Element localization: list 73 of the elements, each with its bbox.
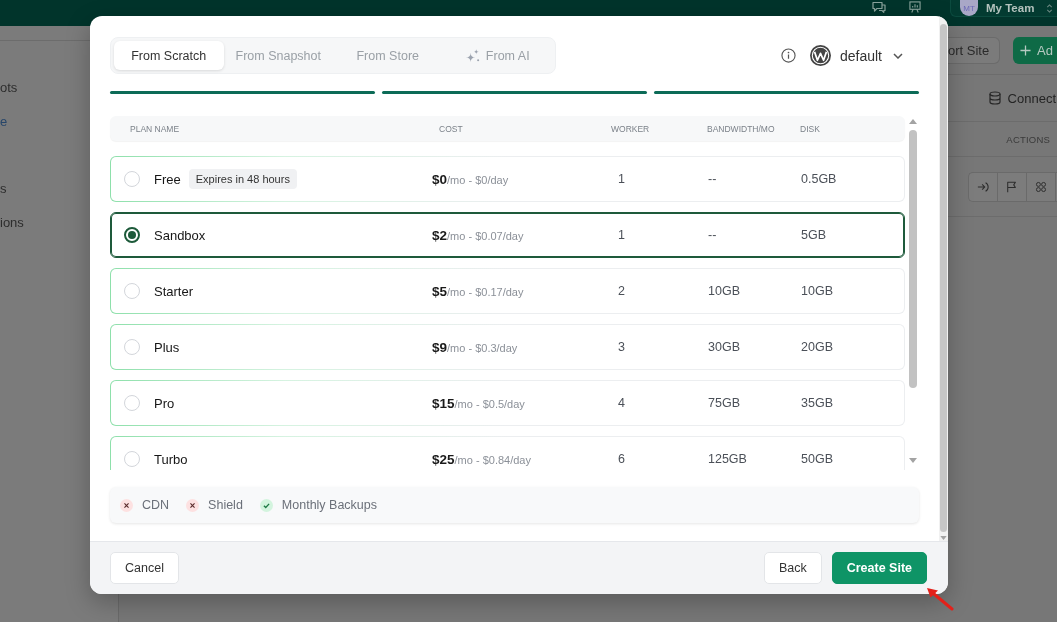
feature-label: Monthly Backups bbox=[281, 498, 378, 512]
chevron-down-icon bbox=[893, 52, 903, 59]
feature-label: CDN bbox=[142, 498, 170, 512]
disk-value: 50GB bbox=[801, 452, 833, 466]
bandwidth-value: 10GB bbox=[708, 284, 740, 298]
logo-icon bbox=[809, 45, 831, 66]
plus-icon bbox=[1020, 45, 1031, 56]
plan-name: Free bbox=[154, 171, 181, 187]
disk-value: 35GB bbox=[801, 396, 833, 410]
plan-name: Turbo bbox=[154, 451, 188, 467]
avatar: MT bbox=[960, 0, 978, 16]
plan-row[interactable]: Sandbox $2/mo - $0.07/day 1 -- 5GB bbox=[110, 212, 905, 258]
cost-text: $2/mo - $0.07/day bbox=[432, 227, 524, 243]
plan-name: Starter bbox=[154, 283, 193, 299]
plan-row[interactable]: Free Expires in 48 hours $0/mo - $0/day 1 -- 0.5GB bbox=[110, 156, 905, 202]
create-site-button[interactable]: Create Site bbox=[831, 552, 927, 584]
info-icon[interactable] bbox=[780, 48, 796, 63]
cost-text: $25/mo - $0.84/day bbox=[432, 451, 531, 467]
import-button[interactable]: ort Site bbox=[948, 37, 1000, 64]
updown-chevron-icon bbox=[1046, 2, 1054, 14]
column-header: DISK bbox=[800, 123, 820, 134]
worker-count: 1 bbox=[618, 228, 625, 242]
feature-label: Shield bbox=[208, 498, 243, 512]
flag-icon[interactable] bbox=[1006, 180, 1018, 193]
column-header: PLAN NAME bbox=[130, 123, 180, 134]
disk-value: 10GB bbox=[801, 284, 833, 298]
plan-name: Sandbox bbox=[154, 227, 206, 243]
plan-row[interactable]: Starter $5/mo - $0.17/day 2 10GB 10GB bbox=[110, 268, 905, 314]
plan-name: Pro bbox=[154, 395, 175, 411]
disk-value: 20GB bbox=[801, 340, 833, 354]
bandwidth-value: 30GB bbox=[708, 340, 740, 354]
worker-count: 6 bbox=[618, 452, 625, 466]
disk-value: 5GB bbox=[801, 228, 826, 242]
back-button[interactable]: Back bbox=[763, 552, 822, 584]
grid-icon[interactable] bbox=[1035, 180, 1047, 193]
bandwidth-value: -- bbox=[708, 228, 717, 242]
worker-count: 1 bbox=[618, 172, 625, 186]
column-header: BANDWIDTH/MO bbox=[707, 123, 775, 134]
bandwidth-value: -- bbox=[708, 172, 717, 186]
scroll-down-icon[interactable] bbox=[909, 458, 917, 463]
plan-row[interactable]: Pro $15/mo - $0.5/day 4 75GB 35GB bbox=[110, 380, 905, 426]
cancel-button[interactable]: Cancel bbox=[110, 552, 179, 584]
worker-count: 4 bbox=[618, 396, 625, 410]
scroll-up-icon[interactable] bbox=[909, 119, 917, 124]
radio-button[interactable] bbox=[124, 227, 140, 243]
cost-text: $15/mo - $0.5/day bbox=[432, 395, 525, 411]
connect-label[interactable]: Connect bbox=[1007, 90, 1056, 106]
bandwidth-value: 75GB bbox=[708, 396, 740, 410]
cost-text: $9/mo - $0.3/day bbox=[432, 339, 518, 355]
tab[interactable]: From Scratch bbox=[114, 41, 224, 70]
column-header: WORKER bbox=[611, 123, 650, 134]
team-switcher[interactable]: MT My Team bbox=[950, 0, 1057, 17]
plan-name: Plus bbox=[154, 339, 180, 355]
presentation-icon[interactable] bbox=[908, 1, 922, 13]
disk-value: 0.5GB bbox=[801, 172, 837, 186]
arrow-icon bbox=[926, 587, 954, 611]
worker-count: 3 bbox=[618, 340, 625, 354]
database-icon bbox=[988, 91, 1001, 105]
cost-text: $0/mo - $0/day bbox=[432, 171, 509, 187]
worker-count: 2 bbox=[618, 284, 625, 298]
expiry-badge: Expires in 48 hours bbox=[188, 169, 297, 189]
cost-text: $5/mo - $0.17/day bbox=[432, 283, 524, 299]
plan-row[interactable]: Turbo $25/mo - $0.84/day 6 125GB 50GB bbox=[110, 436, 905, 470]
add-button[interactable]: Ad bbox=[1013, 37, 1057, 64]
chat-icon[interactable] bbox=[872, 1, 886, 13]
enter-icon[interactable] bbox=[977, 180, 989, 193]
sparkle-icon bbox=[464, 48, 480, 63]
column-header: COST bbox=[439, 123, 463, 134]
scrollbar-thumb[interactable] bbox=[940, 24, 947, 532]
bandwidth-value: 125GB bbox=[708, 452, 747, 466]
scrollbar-thumb[interactable] bbox=[909, 130, 917, 388]
template-dropdown[interactable]: default bbox=[809, 45, 903, 66]
plan-row[interactable]: Plus $9/mo - $0.3/day 3 30GB 20GB bbox=[110, 324, 905, 370]
